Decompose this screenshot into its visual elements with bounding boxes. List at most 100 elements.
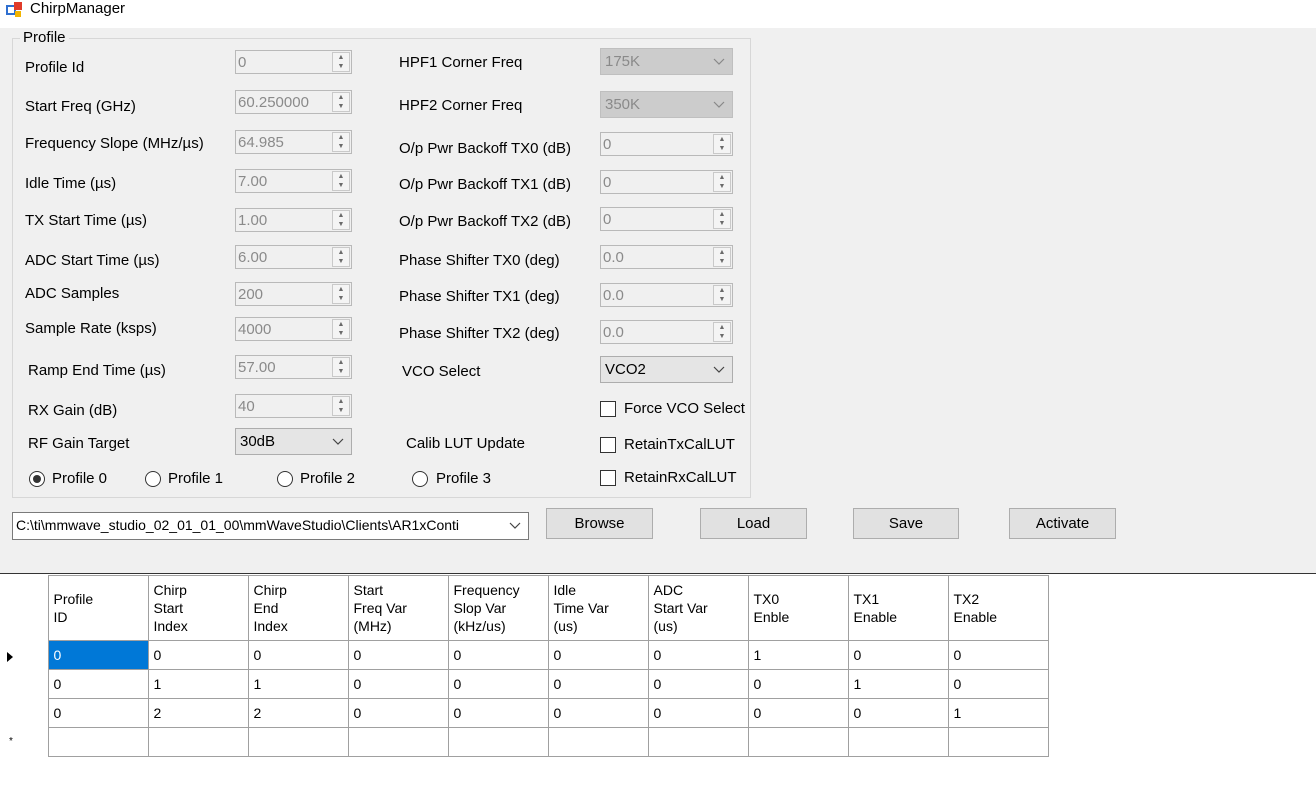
phase-tx2-spinner[interactable]: 0.0 ▲ ▼	[600, 320, 733, 344]
hpf1-dropdown[interactable]: 175K	[600, 48, 733, 75]
col-idle-time-var[interactable]: Idle Time Var (us)	[547, 575, 649, 641]
table-cell[interactable]: 0	[747, 669, 849, 699]
spin-down-icon[interactable]: ▼	[714, 257, 730, 266]
spin-down-icon[interactable]: ▼	[714, 295, 730, 304]
vco-select-dropdown[interactable]: VCO2	[600, 356, 733, 383]
col-adc-start-var[interactable]: ADC Start Var (us)	[647, 575, 749, 641]
spinner-buttons[interactable]: ▲ ▼	[713, 209, 731, 229]
spin-up-icon[interactable]: ▲	[333, 358, 349, 367]
spinner-buttons[interactable]: ▲ ▼	[332, 396, 350, 416]
col-tx1-enable[interactable]: TX1 Enable	[847, 575, 949, 641]
spinner-buttons[interactable]: ▲ ▼	[332, 247, 350, 267]
table-cell[interactable]: 0	[547, 698, 649, 728]
spin-up-icon[interactable]: ▲	[333, 93, 349, 102]
load-button[interactable]: Load	[700, 508, 807, 539]
col-chirp-start-index[interactable]: Chirp Start Index	[147, 575, 249, 641]
spin-down-icon[interactable]: ▼	[714, 182, 730, 191]
spinner-buttons[interactable]: ▲ ▼	[713, 134, 731, 154]
table-cell[interactable]: 0	[47, 640, 149, 670]
start-freq-spinner[interactable]: 60.250000 ▲ ▼	[235, 90, 352, 114]
spin-down-icon[interactable]: ▼	[333, 329, 349, 338]
phase-tx1-spinner[interactable]: 0.0 ▲ ▼	[600, 283, 733, 307]
spinner-buttons[interactable]: ▲ ▼	[332, 132, 350, 152]
table-cell[interactable]: 0	[47, 669, 149, 699]
table-cell[interactable]: 0	[747, 698, 849, 728]
table-cell[interactable]: 1	[147, 669, 249, 699]
spin-up-icon[interactable]: ▲	[333, 285, 349, 294]
profile-0-label[interactable]: Profile 0	[52, 470, 107, 487]
save-button[interactable]: Save	[853, 508, 959, 539]
table-cell[interactable]: 0	[347, 698, 449, 728]
table-cell[interactable]: 0	[847, 698, 949, 728]
activate-button[interactable]: Activate	[1009, 508, 1116, 539]
table-cell[interactable]: 0	[547, 669, 649, 699]
spinner-buttons[interactable]: ▲ ▼	[332, 357, 350, 377]
spin-down-icon[interactable]: ▼	[333, 367, 349, 376]
table-cell[interactable]: 0	[947, 640, 1049, 670]
col-tx0-enable[interactable]: TX0 Enble	[747, 575, 849, 641]
spin-down-icon[interactable]: ▼	[333, 257, 349, 266]
table-cell[interactable]: 0	[447, 640, 549, 670]
col-frequency-slop-var[interactable]: Frequency Slop Var (kHz/us)	[447, 575, 549, 641]
spin-down-icon[interactable]: ▼	[714, 332, 730, 341]
col-start-freq-var[interactable]: Start Freq Var (MHz)	[347, 575, 449, 641]
spinner-buttons[interactable]: ▲ ▼	[332, 92, 350, 112]
spinner-buttons[interactable]: ▲ ▼	[332, 210, 350, 230]
profile-3-radio[interactable]	[412, 471, 428, 487]
spin-down-icon[interactable]: ▼	[333, 294, 349, 303]
table-row[interactable]: 0 2 2 0 0 0 0 0 0 1	[0, 698, 1049, 728]
profile-2-label[interactable]: Profile 2	[300, 470, 355, 487]
table-cell[interactable]: 0	[347, 669, 449, 699]
spin-down-icon[interactable]: ▼	[333, 142, 349, 151]
table-cell[interactable]: 0	[47, 698, 149, 728]
spin-down-icon[interactable]: ▼	[714, 144, 730, 153]
table-cell[interactable]: 1	[747, 640, 849, 670]
spinner-buttons[interactable]: ▲ ▼	[332, 319, 350, 339]
spin-up-icon[interactable]: ▲	[333, 172, 349, 181]
backoff-tx1-spinner[interactable]: 0 ▲ ▼	[600, 170, 733, 194]
table-cell[interactable]: 2	[247, 698, 349, 728]
spinner-buttons[interactable]: ▲ ▼	[332, 171, 350, 191]
retain-rx-cal-lut-label[interactable]: RetainRxCalLUT	[624, 469, 737, 486]
table-cell[interactable]: 0	[347, 640, 449, 670]
table-cell[interactable]	[847, 727, 949, 757]
profile-0-radio[interactable]	[29, 471, 45, 487]
table-cell[interactable]: 1	[247, 669, 349, 699]
profile-1-label[interactable]: Profile 1	[168, 470, 223, 487]
table-cell[interactable]	[447, 727, 549, 757]
spin-up-icon[interactable]: ▲	[714, 286, 730, 295]
force-vco-checkbox[interactable]	[600, 401, 616, 417]
profile-path-dropdown[interactable]: C:\ti\mmwave_studio_02_01_01_00\mmWaveSt…	[12, 512, 529, 540]
table-cell[interactable]	[147, 727, 249, 757]
spinner-buttons[interactable]: ▲ ▼	[332, 52, 350, 72]
adc-samples-spinner[interactable]: 200 ▲ ▼	[235, 282, 352, 306]
profile-2-radio[interactable]	[277, 471, 293, 487]
col-chirp-end-index[interactable]: Chirp End Index	[247, 575, 349, 641]
spin-down-icon[interactable]: ▼	[333, 62, 349, 71]
spin-up-icon[interactable]: ▲	[714, 210, 730, 219]
spin-up-icon[interactable]: ▲	[333, 133, 349, 142]
table-cell[interactable]	[947, 727, 1049, 757]
retain-rx-cal-lut-checkbox[interactable]	[600, 470, 616, 486]
new-table-row[interactable]: *	[0, 727, 1049, 757]
table-cell[interactable]: 0	[647, 698, 749, 728]
row-header[interactable]	[0, 698, 49, 728]
table-cell[interactable]: 0	[447, 698, 549, 728]
table-row[interactable]: 0 0 0 0 0 0 0 1 0 0	[0, 640, 1049, 670]
spin-up-icon[interactable]: ▲	[714, 173, 730, 182]
spin-up-icon[interactable]: ▲	[714, 248, 730, 257]
table-cell[interactable]	[547, 727, 649, 757]
spin-down-icon[interactable]: ▼	[333, 102, 349, 111]
backoff-tx0-spinner[interactable]: 0 ▲ ▼	[600, 132, 733, 156]
spin-down-icon[interactable]: ▼	[333, 220, 349, 229]
table-row[interactable]: 0 1 1 0 0 0 0 0 1 0	[0, 669, 1049, 699]
row-header[interactable]	[0, 640, 49, 670]
profile-3-label[interactable]: Profile 3	[436, 470, 491, 487]
table-cell[interactable]: 0	[547, 640, 649, 670]
row-header[interactable]: *	[0, 727, 49, 757]
spinner-buttons[interactable]: ▲ ▼	[332, 284, 350, 304]
table-cell[interactable]	[47, 727, 149, 757]
spinner-buttons[interactable]: ▲ ▼	[713, 172, 731, 192]
spin-down-icon[interactable]: ▼	[714, 219, 730, 228]
table-cell[interactable]: 0	[247, 640, 349, 670]
